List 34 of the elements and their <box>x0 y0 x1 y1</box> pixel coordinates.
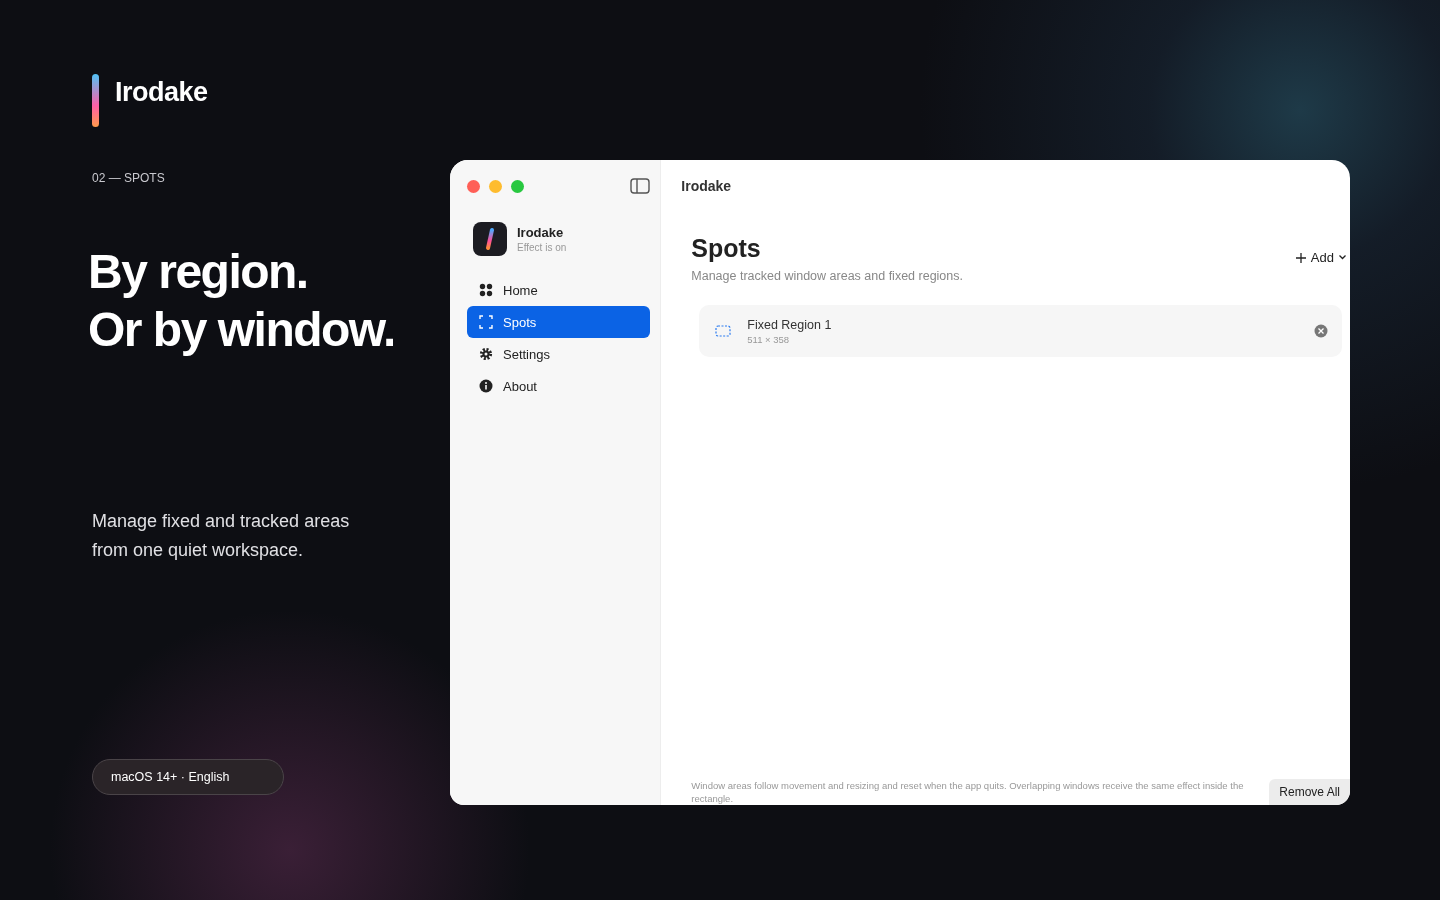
zoom-icon[interactable] <box>511 179 524 193</box>
sidebar-item[interactable]: Home <box>467 274 651 306</box>
logo-bar <box>92 74 99 127</box>
gear-icon <box>479 347 493 361</box>
brand-name: Irodake <box>115 77 208 108</box>
info-icon <box>479 379 493 393</box>
sidebar-item[interactable]: Spots <box>467 306 651 338</box>
page-subtitle: Manage tracked window areas and fixed regions. <box>691 269 963 283</box>
close-icon[interactable] <box>467 179 480 193</box>
remove-icon[interactable] <box>1314 324 1328 338</box>
footnote: Window areas follow movement and resizing and reset when the app quits. Overlapping windows receive the same effect inside the rectangle. <box>691 779 1245 805</box>
headline: By region. Or by window. <box>88 244 396 358</box>
chevron-icon <box>1339 255 1346 260</box>
corners-icon <box>479 315 493 329</box>
app-icon <box>473 222 507 256</box>
sidebar-item[interactable]: About <box>467 370 651 402</box>
remove-all-button[interactable]: Remove All <box>1269 779 1350 805</box>
app-name: Irodake <box>517 225 565 240</box>
window-title: Irodake <box>681 178 733 194</box>
spot-row[interactable]: Fixed Region 1 511 × 358 <box>699 305 1342 357</box>
spot-size: 511 × 358 <box>747 333 791 345</box>
platform-badge: macOS 14+ · English <box>92 759 284 795</box>
section-label: 02 — SPOTS <box>92 171 166 185</box>
plus-icon <box>1295 252 1306 263</box>
dashed-rectangle-icon <box>715 325 732 337</box>
sidebar-toggle-icon[interactable] <box>630 178 651 194</box>
add-button[interactable]: Add <box>1295 250 1350 265</box>
page-heading: Spots <box>691 234 762 263</box>
app-status: Effect is on <box>517 242 567 253</box>
grid-icon <box>479 283 493 297</box>
minimize-icon[interactable] <box>489 179 502 193</box>
spot-name: Fixed Region 1 <box>747 317 833 332</box>
sidebar-item[interactable]: Settings <box>467 338 651 370</box>
description: Manage fixed and tracked areas from one quiet workspace. <box>92 510 351 562</box>
